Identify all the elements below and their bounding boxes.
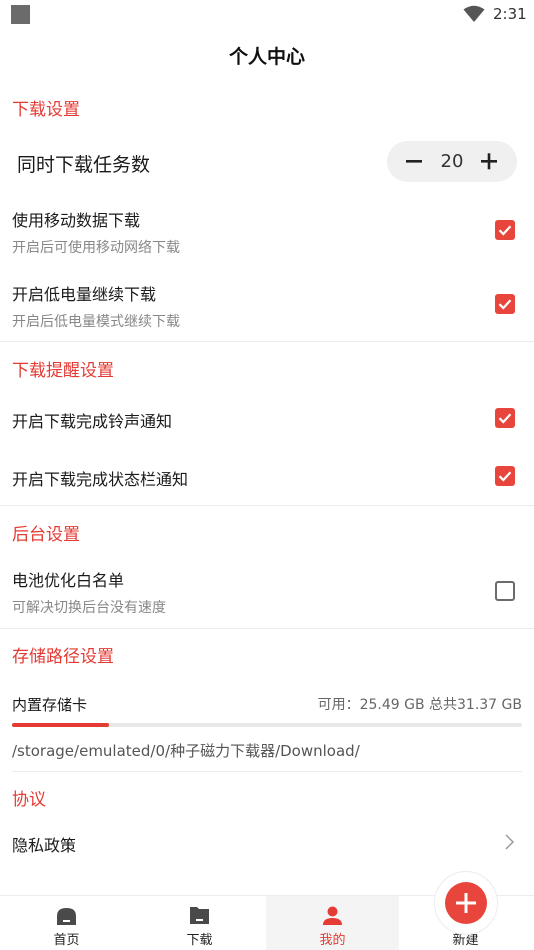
storage-path[interactable]: /storage/emulated/0/种子磁力下载器/Download/ [12, 740, 360, 761]
low-battery-title: 开启低电量继续下载 [12, 285, 157, 304]
section-title-storage: 存储路径设置 [12, 647, 114, 667]
notification-square-icon [11, 5, 30, 24]
divider [12, 771, 522, 772]
chevron-right-icon [505, 834, 515, 850]
page-title: 个人中心 [228, 46, 305, 68]
new-task-button[interactable] [445, 882, 487, 924]
low-battery-subtitle: 开启后低电量模式继续下载 [12, 314, 180, 330]
battery-whitelist-subtitle: 可解决切换后台没有速度 [12, 600, 166, 616]
concurrent-tasks-value: 20 [440, 151, 464, 172]
mobile-data-checkbox[interactable] [495, 220, 515, 240]
nav-label-home: 首页 [53, 933, 80, 948]
check-icon [498, 225, 512, 236]
increment-button[interactable] [469, 141, 509, 182]
mobile-data-subtitle: 开启后可使用移动网络下载 [12, 240, 180, 256]
plus-icon [456, 893, 476, 913]
ringtone-title: 开启下载完成铃声通知 [12, 412, 173, 431]
divider [0, 628, 534, 629]
check-icon [498, 299, 512, 310]
section-title-background: 后台设置 [12, 525, 80, 545]
statusbar-notify-checkbox[interactable] [495, 466, 515, 486]
user-icon [323, 906, 342, 925]
nav-item-mine[interactable]: 我的 [266, 896, 399, 950]
check-icon [498, 413, 512, 424]
storage-label: 内置存储卡 [12, 696, 88, 714]
storage-usage-bar [12, 723, 522, 727]
battery-whitelist-title: 电池优化白名单 [12, 571, 125, 590]
nav-item-download[interactable]: 下载 [133, 896, 266, 950]
battery-whitelist-checkbox[interactable] [495, 581, 515, 601]
ringtone-checkbox[interactable] [495, 408, 515, 428]
folder-icon [190, 907, 209, 924]
mobile-data-title: 使用移动数据下载 [12, 211, 141, 230]
concurrent-tasks-stepper: 20 [387, 141, 517, 182]
section-title-download: 下载设置 [12, 100, 80, 120]
low-battery-checkbox[interactable] [495, 294, 515, 314]
check-icon [498, 471, 512, 482]
status-time: 2:31 [493, 5, 527, 23]
home-icon [57, 908, 76, 925]
decrement-button[interactable] [395, 141, 435, 182]
plus-icon [481, 153, 497, 170]
section-title-reminder: 下载提醒设置 [12, 361, 114, 381]
concurrent-tasks-label: 同时下载任务数 [17, 154, 151, 176]
divider [0, 341, 534, 342]
privacy-policy-item[interactable]: 隐私政策 [12, 832, 76, 856]
nav-item-home[interactable]: 首页 [0, 896, 133, 950]
nav-label-mine: 我的 [319, 933, 346, 948]
storage-free-text: 可用：25.49 GB 总共31.37 GB [317, 697, 522, 713]
divider [0, 505, 534, 506]
section-title-agreement: 协议 [12, 790, 46, 810]
minus-icon [406, 160, 422, 163]
storage-usage-fill [12, 723, 109, 727]
statusbar-notify-title: 开启下载完成状态栏通知 [12, 470, 189, 489]
wifi-icon [463, 5, 485, 22]
status-bar: 2:31 [0, 0, 534, 28]
nav-label-download: 下载 [186, 933, 213, 948]
